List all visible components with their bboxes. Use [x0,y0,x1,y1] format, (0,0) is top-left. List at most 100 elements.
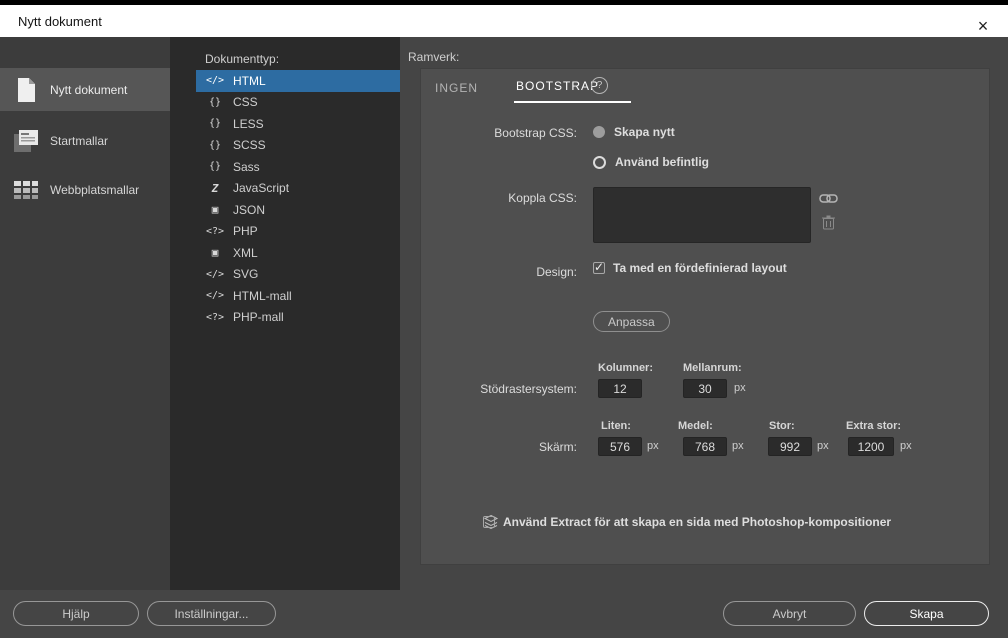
doctype-label: CSS [233,95,258,109]
sidebar-item-starter-templates[interactable]: Startmallar [0,119,170,162]
help-icon[interactable]: ? [591,77,608,94]
extract-option-label: Använd Extract för att skapa en sida med… [503,515,891,529]
dialog-footer: Hjälp Inställningar... Avbryt Skapa [0,590,1008,638]
doctype-item-sass[interactable]: {} Sass [196,156,400,178]
create-button[interactable]: Skapa [864,601,989,626]
doctype-item-php-mall[interactable]: <?> PHP-mall [196,307,400,329]
screen-large-label: Stor: [769,420,795,432]
screen-small-input[interactable] [598,437,642,456]
doctype-label: JSON [233,203,265,217]
doctype-item-php[interactable]: <?> PHP [196,221,400,243]
doctype-label: HTML-mall [233,289,292,303]
radio-use-existing[interactable]: Använd befintlig [593,155,709,169]
document-type-list: Dokumenttyp: </> HTML {} CSS {} LESS {} … [170,37,400,590]
help-button[interactable]: Hjälp [13,601,139,626]
tab-ingen[interactable]: INGEN [433,77,480,103]
doctype-label: PHP [233,224,258,238]
doctype-label: JavaScript [233,181,289,195]
doctype-label: PHP-mall [233,310,284,324]
radio-create-new[interactable]: Skapa nytt [593,125,675,139]
attach-css-label: Koppla CSS: [508,191,577,205]
doctype-item-less[interactable]: {} LESS [196,113,400,135]
document-type-items: </> HTML {} CSS {} LESS {} SCSS {} Sas [170,70,400,328]
braces-icon: {} [205,161,225,172]
doctype-label: SVG [233,267,258,281]
sidebar-item-label: Webbplatsmallar [50,183,139,197]
sidebar-item-label: Nytt dokument [50,83,127,97]
gutter-label: Mellanrum: [683,362,742,374]
checkbox-unchecked-icon [483,516,495,528]
sidebar-item-site-templates[interactable]: Webbplatsmallar [0,168,170,211]
customize-button[interactable]: Anpassa [593,311,670,332]
radio-label: Skapa nytt [614,125,675,139]
design-label: Design: [536,265,577,279]
unit-label: px [732,440,744,452]
dialog-titlebar: Nytt dokument × [0,5,1008,37]
doctype-label: HTML [233,74,266,88]
doctype-label: LESS [233,117,264,131]
columns-input[interactable] [598,379,642,398]
sidebar-item-new-document[interactable]: Nytt dokument [0,68,170,111]
design-checkbox-row[interactable]: Ta med en fördefinierad layout [593,261,787,275]
screen-small-label: Liten: [601,420,631,432]
category-sidebar: Nytt dokument Startmallar Webbplatsmalla… [0,37,170,590]
doctype-label: SCSS [233,138,266,152]
unit-label: px [734,382,746,394]
checkbox-checked-icon [593,262,605,274]
php-icon: <?> [205,226,225,237]
link-icon[interactable] [819,193,838,204]
screen-xlarge-label: Extra stor: [846,420,901,432]
braces-icon: {} [205,97,225,108]
framework-panel: INGEN BOOTSTRAP ? Bootstrap CSS: Skapa n… [420,68,990,565]
radio-label: Använd befintlig [615,155,709,169]
new-document-dialog: Nytt dokument × Nytt dokument Startmalla… [0,0,1008,638]
screen-large-input[interactable] [768,437,812,456]
columns-label: Kolumner: [598,362,653,374]
document-icon [12,77,40,103]
doctype-label: XML [233,246,258,260]
doctype-item-html-mall[interactable]: </> HTML-mall [196,285,400,307]
sidebar-item-label: Startmallar [50,134,108,148]
grid-icon [12,180,40,200]
doctype-label: Sass [233,160,260,174]
trash-icon[interactable] [822,215,835,230]
php-icon: <?> [205,312,225,323]
document-type-header: Dokumenttyp: [205,52,279,66]
screen-medium-input[interactable] [683,437,727,456]
framework-header: Ramverk: [408,50,459,64]
unit-label: px [900,440,912,452]
dialog-body: Nytt dokument Startmallar Webbplatsmalla… [0,37,1008,590]
doctype-item-json[interactable]: ▣ JSON [196,199,400,221]
code-icon: </> [205,269,225,280]
json-icon: ▣ [205,203,225,216]
gutter-input[interactable] [683,379,727,398]
doctype-item-css[interactable]: {} CSS [196,92,400,114]
radio-button-icon [593,126,605,138]
script-icon: Z [205,182,225,195]
screen-medium-label: Medel: [678,420,713,432]
code-icon: </> [205,75,225,86]
attach-css-input[interactable] [593,187,811,243]
doctype-item-xml[interactable]: ▣ XML [196,242,400,264]
bootstrap-css-label: Bootstrap CSS: [494,126,577,140]
dialog-title: Nytt dokument [18,14,102,29]
doctype-item-scss[interactable]: {} SCSS [196,135,400,157]
screen-label: Skärm: [539,440,577,454]
design-option-label: Ta med en fördefinierad layout [613,261,787,275]
screen-xlarge-input[interactable] [848,437,894,456]
doctype-item-html[interactable]: </> HTML [196,70,400,92]
templates-icon [12,129,40,153]
unit-label: px [647,440,659,452]
cancel-button[interactable]: Avbryt [723,601,856,626]
code-icon: </> [205,290,225,301]
extract-checkbox-row[interactable]: Använd Extract för att skapa en sida med… [483,515,891,529]
braces-icon: {} [205,140,225,151]
grid-system-label: Stödrastersystem: [480,382,577,396]
xml-icon: ▣ [205,246,225,259]
tab-bootstrap[interactable]: BOOTSTRAP [514,75,631,103]
radio-button-icon [593,156,606,169]
doctype-item-svg[interactable]: </> SVG [196,264,400,286]
settings-button[interactable]: Inställningar... [147,601,276,626]
doctype-item-javascript[interactable]: Z JavaScript [196,178,400,200]
unit-label: px [817,440,829,452]
